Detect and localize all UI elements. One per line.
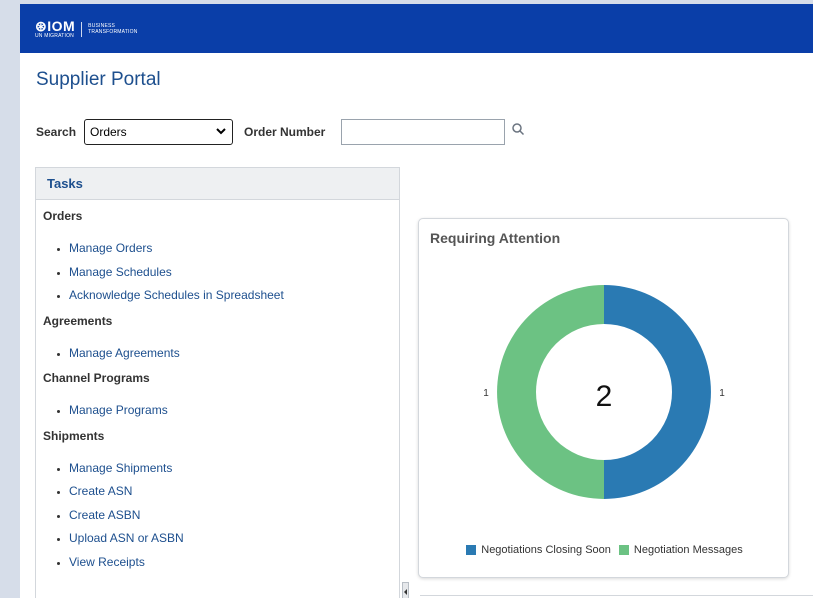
link-view-receipts[interactable]: View Receipts [69, 551, 399, 575]
app-frame: ⊛IOM UN MIGRATION BUSINESS TRANSFORMATIO… [20, 4, 813, 598]
logo-sub: UN MIGRATION [35, 33, 74, 39]
legend-swatch [618, 545, 629, 555]
link-manage-agreements[interactable]: Manage Agreements [69, 342, 399, 366]
legend-label: Negotiations Closing Soon [481, 544, 611, 556]
section-agreements: Agreements [43, 313, 113, 328]
legend-label: Negotiation Messages [633, 544, 743, 556]
left-slice-label: 1 [483, 388, 489, 399]
search-icon[interactable] [511, 122, 527, 138]
iom-logo[interactable]: ⊛IOM UN MIGRATION BUSINESS TRANSFORMATIO… [35, 19, 138, 39]
legend-swatch [466, 545, 477, 555]
divider [420, 595, 813, 596]
search-type-select[interactable]: Orders [84, 119, 233, 145]
link-manage-schedules[interactable]: Manage Schedules [69, 261, 399, 285]
link-manage-shipments[interactable]: Manage Shipments [69, 457, 399, 481]
logo-transformation: TRANSFORMATION [88, 29, 138, 35]
total-count: 2 [596, 380, 613, 413]
link-acknowledge-schedules[interactable]: Acknowledge Schedules in Spreadsheet [69, 284, 399, 308]
chevron-down-icon [216, 125, 226, 140]
logo-divider [81, 21, 83, 37]
tasks-panel: Tasks Orders Manage Orders Manage Schedu… [35, 167, 400, 598]
panel-splitter-handle[interactable] [402, 582, 409, 598]
link-manage-programs[interactable]: Manage Programs [69, 399, 399, 423]
link-create-asbn[interactable]: Create ASBN [69, 504, 399, 528]
tasks-header: Tasks [36, 168, 399, 200]
top-bar: ⊛IOM UN MIGRATION BUSINESS TRANSFORMATIO… [20, 4, 813, 53]
order-number-input[interactable] [341, 119, 505, 145]
donut-chart: 2 1 1 [483, 285, 725, 499]
page-title: Supplier Portal [36, 69, 161, 90]
search-label: Search [36, 125, 77, 139]
legend-item-closing-soon[interactable]: Negotiations Closing Soon [466, 544, 611, 556]
right-slice-label: 1 [719, 388, 725, 399]
legend-item-messages[interactable]: Negotiation Messages [618, 544, 743, 556]
order-number-label: Order Number [244, 125, 326, 139]
link-create-asn[interactable]: Create ASN [69, 480, 399, 504]
section-channel-programs: Channel Programs [43, 371, 150, 385]
requiring-attention-card: Requiring Attention 2 1 1 Negotiations C… [418, 218, 789, 578]
link-upload-asn[interactable]: Upload ASN or ASBN [69, 527, 399, 551]
chart-legend: Negotiations Closing Soon Negotiation Me… [419, 544, 790, 556]
link-manage-orders[interactable]: Manage Orders [69, 237, 399, 261]
donut-slice-messages[interactable] [497, 285, 604, 499]
search-type-value: Orders [90, 125, 127, 139]
logo-mark: ⊛IOM [35, 18, 76, 34]
donut-slice-closing-soon[interactable] [604, 285, 711, 499]
section-orders: Orders [43, 209, 83, 223]
section-shipments: Shipments [43, 428, 105, 443]
